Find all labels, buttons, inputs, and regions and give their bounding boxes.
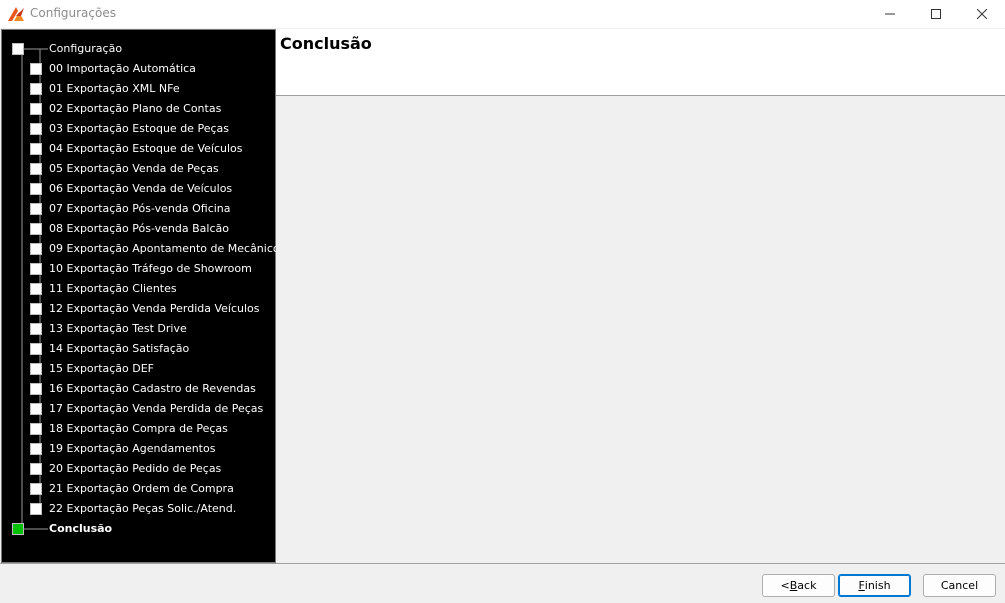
tree-item-label: 01 Exportação XML NFe (49, 82, 180, 95)
bottom-divider (0, 563, 1005, 564)
content-panel (276, 97, 1005, 563)
tree-step-01[interactable]: 01 Exportação XML NFe (2, 79, 275, 99)
finish-button[interactable]: Finish (838, 574, 911, 597)
tree-step-04[interactable]: 04 Exportação Estoque de Veículos (2, 139, 275, 159)
tree-step-08[interactable]: 08 Exportação Pós-venda Balcão (2, 219, 275, 239)
tree-item-label: 19 Exportação Agendamentos (49, 442, 216, 455)
tree-step-17[interactable]: 17 Exportação Venda Perdida de Peças (2, 399, 275, 419)
title-bar[interactable]: Configurações (0, 0, 1005, 28)
maximize-button[interactable] (913, 0, 959, 28)
tree-item-label: 09 Exportação Apontamento de Mecânicos (49, 242, 286, 255)
tree-step-07[interactable]: 07 Exportação Pós-venda Oficina (2, 199, 275, 219)
minimize-icon (885, 13, 895, 15)
tree-item-label: 03 Exportação Estoque de Peças (49, 122, 229, 135)
tree-item-label: 21 Exportação Ordem de Compra (49, 482, 234, 495)
close-button[interactable] (959, 0, 1005, 28)
tree-item-label: 05 Exportação Venda de Peças (49, 162, 219, 175)
page-header: Conclusão (276, 29, 1005, 96)
back-button-prefix: < (780, 579, 790, 592)
tree-item-label: 06 Exportação Venda de Veículos (49, 182, 233, 195)
tree-item-label: 17 Exportação Venda Perdida de Peças (49, 402, 264, 415)
tree-item-label: 20 Exportação Pedido de Peças (49, 462, 222, 475)
tree-step-conclusao[interactable]: Conclusão (2, 519, 275, 539)
tree-item-label: 00 Importação Automática (49, 62, 196, 75)
page-title: Conclusão (280, 34, 372, 53)
maximize-icon (931, 9, 941, 19)
tree-item-label: 14 Exportação Satisfação (49, 342, 190, 355)
tree-root-configuracao[interactable]: Configuração (2, 39, 275, 59)
tree-item-label: 10 Exportação Tráfego de Showroom (49, 262, 252, 275)
back-button-rest: ack (797, 579, 817, 592)
tree-item-label: Configuração (49, 42, 123, 55)
tree-step-15[interactable]: 15 Exportação DEF (2, 359, 275, 379)
tree-item-label: Conclusão (49, 522, 113, 535)
tree-step-03[interactable]: 03 Exportação Estoque de Peças (2, 119, 275, 139)
tree-step-20[interactable]: 20 Exportação Pedido de Peças (2, 459, 275, 479)
wizard-window: Configurações Configuração 00 Importação … (0, 0, 1005, 603)
tree-step-16[interactable]: 16 Exportação Cadastro de Revendas (2, 379, 275, 399)
cancel-button-label: Cancel (940, 579, 979, 592)
app-logo-icon (8, 7, 24, 21)
back-button[interactable]: < Back (762, 574, 835, 597)
tree-step-19[interactable]: 19 Exportação Agendamentos (2, 439, 275, 459)
finish-button-rest: inish (864, 579, 891, 592)
tree-step-22[interactable]: 22 Exportação Peças Solic./Atend. (2, 499, 275, 519)
tree-item-label: 07 Exportação Pós-venda Oficina (49, 202, 231, 215)
tree-step-05[interactable]: 05 Exportação Venda de Peças (2, 159, 275, 179)
tree-step-14[interactable]: 14 Exportação Satisfação (2, 339, 275, 359)
tree-item-label: 13 Exportação Test Drive (49, 322, 187, 335)
tree-step-18[interactable]: 18 Exportação Compra de Peças (2, 419, 275, 439)
tree-step-11[interactable]: 11 Exportação Clientes (2, 279, 275, 299)
tree-item-label: 22 Exportação Peças Solic./Atend. (49, 502, 237, 515)
tree-item-label: 04 Exportação Estoque de Veículos (49, 142, 243, 155)
back-button-mnemonic: B (789, 579, 798, 592)
tree-item-label: 16 Exportação Cadastro de Revendas (49, 382, 256, 395)
tree-step-06[interactable]: 06 Exportação Venda de Veículos (2, 179, 275, 199)
tree-item-label: 15 Exportação DEF (49, 362, 155, 375)
tree-item-label: 08 Exportação Pós-venda Balcão (49, 222, 229, 235)
wizard-steps-tree: Configuração 00 Importação Automática 01 E… (1, 29, 285, 563)
tree-step-12[interactable]: 12 Exportação Venda Perdida Veículos (2, 299, 275, 319)
close-icon (977, 9, 987, 19)
tree-item-label: 11 Exportação Clientes (49, 282, 177, 295)
tree-item-label: 02 Exportação Plano de Contas (49, 102, 222, 115)
tree-step-02[interactable]: 02 Exportação Plano de Contas (2, 99, 275, 119)
minimize-button[interactable] (867, 0, 913, 28)
tree-item-label: 12 Exportação Venda Perdida Veículos (49, 302, 260, 315)
tree-item-label: 18 Exportação Compra de Peças (49, 422, 228, 435)
tree-step-13[interactable]: 13 Exportação Test Drive (2, 319, 275, 339)
cancel-button[interactable]: Cancel (923, 574, 996, 597)
tree-step-10[interactable]: 10 Exportação Tráfego de Showroom (2, 259, 275, 279)
window-title: Configurações (30, 6, 116, 20)
tree-step-09[interactable]: 09 Exportação Apontamento de Mecânicos (2, 239, 285, 259)
tree-step-00[interactable]: 00 Importação Automática (2, 59, 275, 79)
tree-step-21[interactable]: 21 Exportação Ordem de Compra (2, 479, 275, 499)
